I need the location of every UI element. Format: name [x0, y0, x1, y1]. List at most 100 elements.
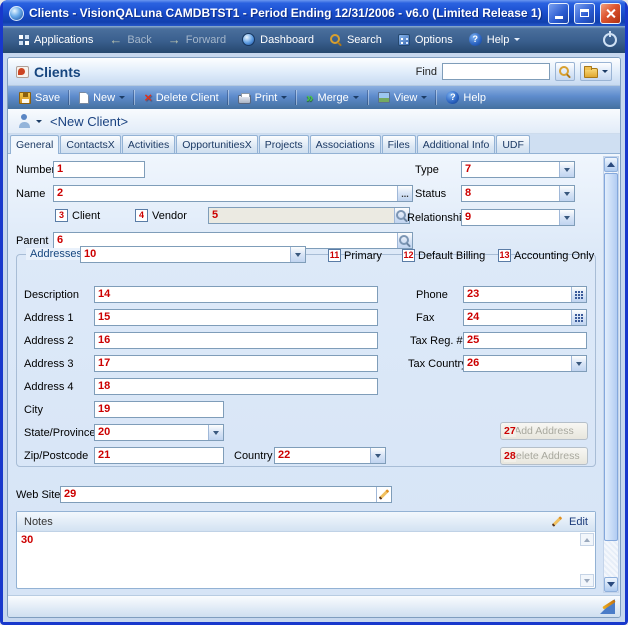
add-address-button[interactable]: Add Address 27: [500, 422, 588, 440]
menu-applications[interactable]: Applications: [11, 31, 100, 49]
dropdown-button[interactable]: [370, 448, 385, 463]
tab-udf[interactable]: UDF: [496, 135, 530, 153]
scrollbar-thumb[interactable]: [604, 173, 618, 541]
phone-keypad-button[interactable]: [571, 287, 586, 302]
notes-textarea[interactable]: 30: [17, 532, 595, 588]
chevron-down-icon[interactable]: [36, 120, 42, 123]
default-billing-label: Default Billing: [418, 250, 485, 262]
delete-client-button[interactable]: × Delete Client: [139, 90, 224, 106]
fax-input[interactable]: 24: [463, 309, 587, 326]
tab-associations[interactable]: Associations: [310, 135, 381, 153]
tab-activities[interactable]: Activities: [122, 135, 175, 153]
zip-input[interactable]: 21: [94, 447, 224, 464]
address4-input[interactable]: 18: [94, 378, 378, 395]
print-button[interactable]: Print: [233, 90, 293, 106]
notes-edit-button[interactable]: Edit: [569, 516, 588, 528]
save-icon: [19, 92, 31, 104]
help-button[interactable]: ? Help: [441, 89, 491, 106]
menu-dashboard[interactable]: Dashboard: [235, 30, 321, 49]
dropdown-button[interactable]: [559, 186, 574, 201]
notes-scrollbar[interactable]: [580, 533, 594, 587]
state-dropdown[interactable]: 20: [94, 424, 224, 441]
menu-forward[interactable]: → Forward: [161, 31, 233, 49]
client-person-icon[interactable]: [17, 114, 32, 128]
name-input[interactable]: 2 ...: [53, 185, 413, 202]
close-button[interactable]: [600, 3, 621, 24]
address3-input[interactable]: 17: [94, 355, 378, 372]
scroll-up-button[interactable]: [604, 157, 618, 172]
vertical-scrollbar[interactable]: [603, 156, 619, 593]
city-input[interactable]: 19: [94, 401, 224, 418]
vendor-checkbox[interactable]: 4: [135, 209, 148, 222]
tab-additional-info[interactable]: Additional Info: [417, 135, 496, 153]
menu-back[interactable]: ← Back: [102, 31, 158, 49]
minimize-button[interactable]: [548, 3, 569, 24]
menu-help[interactable]: ? Help: [462, 30, 528, 49]
primary-checkbox[interactable]: 11: [328, 249, 341, 262]
phone-input[interactable]: 23: [463, 286, 587, 303]
accounting-only-checkbox[interactable]: 13: [498, 249, 511, 262]
app-icon: [9, 6, 24, 21]
city-label: City: [24, 404, 43, 416]
country-dropdown[interactable]: 22: [274, 447, 386, 464]
status-dropdown[interactable]: 8: [461, 185, 575, 202]
type-dropdown[interactable]: 7: [461, 161, 575, 178]
website-input[interactable]: 29: [60, 486, 392, 503]
saved-searches-button[interactable]: [580, 62, 612, 81]
save-button[interactable]: Save: [14, 90, 65, 106]
tab-general[interactable]: General: [10, 135, 59, 154]
number-label: Number: [16, 164, 55, 176]
scroll-down-button[interactable]: [604, 577, 618, 592]
delete-address-button[interactable]: Delete Address 28: [500, 447, 588, 465]
clients-panel: Clients Find Save New: [7, 57, 621, 618]
tax-country-dropdown[interactable]: 26: [463, 355, 587, 372]
dropdown-button[interactable]: [559, 162, 574, 177]
website-edit-button[interactable]: [376, 487, 391, 502]
help-icon: ?: [469, 33, 482, 46]
default-billing-checkbox[interactable]: 12: [402, 249, 415, 262]
new-button[interactable]: New: [74, 90, 130, 106]
find-input[interactable]: [442, 63, 550, 80]
tax-reg-input[interactable]: 25: [463, 332, 587, 349]
primary-label: Primary: [344, 250, 382, 262]
merge-icon: »: [306, 93, 313, 103]
tab-contactsx[interactable]: ContactsX: [60, 135, 120, 153]
menu-options[interactable]: Options: [391, 31, 460, 49]
main-area: Clients Find Save New: [3, 53, 625, 622]
folder-icon: [584, 68, 598, 78]
window-title: Clients - VisionQALuna CAMDBTST1 - Perio…: [29, 6, 543, 20]
merge-button[interactable]: » Merge: [301, 90, 363, 106]
dropdown-button[interactable]: [208, 425, 223, 440]
vendor-link-field[interactable]: 5: [208, 207, 410, 224]
fax-keypad-button[interactable]: [571, 310, 586, 325]
dropdown-button[interactable]: [571, 356, 586, 371]
client-checkbox[interactable]: 3: [55, 209, 68, 222]
tab-opportunitiesx[interactable]: OpportunitiesX: [176, 135, 257, 153]
search-icon: [559, 66, 571, 78]
address1-input[interactable]: 15: [94, 309, 378, 326]
number-input[interactable]: 1: [53, 161, 145, 178]
pencil-icon: [379, 489, 390, 500]
keypad-icon: [575, 314, 583, 322]
tab-files[interactable]: Files: [382, 135, 416, 153]
help-icon: ?: [446, 91, 459, 104]
forward-arrow-icon: →: [168, 35, 181, 45]
menu-search[interactable]: Search: [323, 31, 389, 49]
address2-input[interactable]: 16: [94, 332, 378, 349]
view-button[interactable]: View: [373, 90, 433, 106]
power-icon[interactable]: [603, 33, 617, 47]
name-ellipsis-button[interactable]: ...: [397, 186, 412, 201]
options-icon: [398, 34, 410, 46]
find-search-button[interactable]: [555, 62, 575, 81]
maximize-button[interactable]: [574, 3, 595, 24]
scroll-down-icon[interactable]: [580, 574, 594, 587]
scroll-up-icon[interactable]: [580, 533, 594, 546]
fax-label: Fax: [416, 312, 434, 324]
parent-lookup-button[interactable]: [397, 233, 412, 248]
address-selector-dropdown[interactable]: 10: [80, 246, 306, 263]
dropdown-button[interactable]: [559, 210, 574, 225]
relationship-dropdown[interactable]: 9: [461, 209, 575, 226]
tab-projects[interactable]: Projects: [259, 135, 309, 153]
description-input[interactable]: 14: [94, 286, 378, 303]
dropdown-button[interactable]: [290, 247, 305, 262]
